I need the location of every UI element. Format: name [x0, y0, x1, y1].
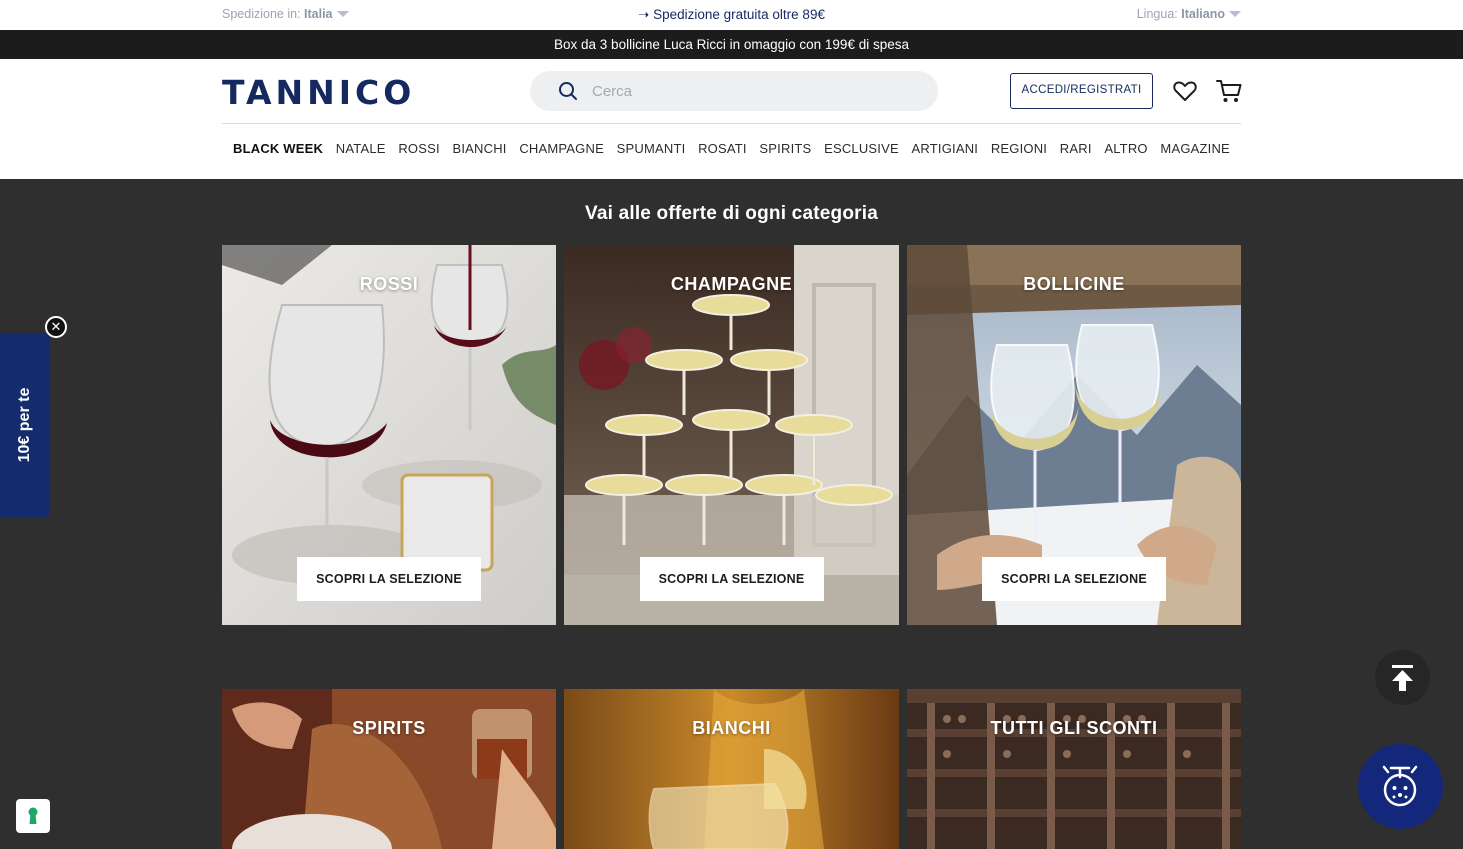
close-icon[interactable]: ✕ [45, 316, 67, 338]
language-value: Italiano [1181, 7, 1225, 21]
nav-item-spumanti[interactable]: SPUMANTI [617, 141, 686, 156]
tile-title: SPIRITS [352, 718, 426, 738]
free-shipping-notice: ➝ Spedizione gratuita oltre 89€ [638, 7, 825, 22]
search-input[interactable] [592, 71, 912, 111]
tannico-logo[interactable]: TANNICO [222, 73, 415, 112]
heart-icon[interactable] [1172, 78, 1198, 104]
nav-item-rosati[interactable]: ROSATI [698, 141, 747, 156]
main-nav: BLACK WEEK NATALE ROSSI BIANCHI CHAMPAGN… [222, 141, 1241, 156]
nav-item-altro[interactable]: ALTRO [1104, 141, 1147, 156]
discover-selection-button[interactable]: SCOPRI LA SELEZIONE [982, 557, 1166, 601]
nav-item-spirits[interactable]: SPIRITS [759, 141, 811, 156]
language-label: Lingua: [1136, 7, 1178, 21]
discover-selection-button[interactable]: SCOPRI LA SELEZIONE [297, 557, 481, 601]
cart-icon[interactable] [1215, 77, 1243, 105]
category-tile-rossi[interactable]: ROSSI SCOPRI LA SELEZIONE [222, 245, 556, 625]
keyhole-icon [28, 807, 38, 824]
header-divider [222, 123, 1241, 124]
promo-banner[interactable]: Box da 3 bollicine Luca Ricci in omaggio… [0, 30, 1463, 59]
category-tile-bianchi[interactable]: BIANCHI [564, 689, 899, 849]
spirits-image [222, 689, 556, 849]
category-tile-spirits[interactable]: SPIRITS [222, 689, 556, 849]
nav-item-esclusive[interactable]: ESCLUSIVE [824, 141, 899, 156]
tile-title: ROSSI [359, 274, 419, 294]
nav-item-bianchi[interactable]: BIANCHI [452, 141, 506, 156]
white-wine-image [564, 689, 899, 849]
nav-item-champagne[interactable]: CHAMPAGNE [519, 141, 604, 156]
back-to-top-button[interactable] [1375, 650, 1430, 705]
nav-item-artigiani[interactable]: ARTIGIANI [912, 141, 979, 156]
nav-item-rossi[interactable]: ROSSI [398, 141, 439, 156]
discover-selection-button[interactable]: SCOPRI LA SELEZIONE [639, 557, 824, 601]
category-tile-tutti-gli-sconti[interactable]: TUTTI GLI SCONTI [907, 689, 1241, 849]
arrow-up-icon [1392, 665, 1413, 691]
nav-item-rari[interactable]: RARI [1060, 141, 1092, 156]
nav-item-natale[interactable]: NATALE [336, 141, 386, 156]
tile-title: BOLLICINE [1023, 274, 1125, 294]
utility-bar: Spedizione in: Italia ➝ Spedizione gratu… [0, 0, 1463, 30]
site-header: TANNICO ACCEDI/REGISTRATI BLACK WEEK NAT… [0, 59, 1463, 179]
discount-side-tab-label: 10€ per te [16, 387, 33, 463]
category-tile-bollicine[interactable]: BOLLICINE SCOPRI LA SELEZIONE [907, 245, 1241, 625]
wine-cellar-image [907, 689, 1241, 849]
tile-title: TUTTI GLI SCONTI [990, 718, 1158, 738]
language-selector[interactable]: Lingua: Italiano [1137, 7, 1241, 21]
nav-item-regioni[interactable]: REGIONI [991, 141, 1047, 156]
search-bar[interactable] [530, 71, 938, 111]
discount-side-tab[interactable]: 10€ per te [0, 333, 50, 517]
login-register-button[interactable]: ACCEDI/REGISTRATI [1010, 73, 1153, 109]
sommelier-bot-icon [1382, 765, 1418, 807]
section-title: Vai alle offerte di ogni categoria [585, 203, 878, 224]
chevron-down-icon [1229, 11, 1241, 17]
privacy-settings-button[interactable] [16, 799, 50, 833]
tile-title: CHAMPAGNE [670, 274, 793, 294]
tile-title: BIANCHI [692, 718, 771, 738]
search-icon[interactable] [558, 81, 578, 101]
nav-item-magazine[interactable]: MAGAZINE [1160, 141, 1230, 156]
category-tile-champagne[interactable]: CHAMPAGNE SCOPRI LA SELEZIONE [564, 245, 899, 625]
chat-assistant-button[interactable] [1358, 744, 1443, 829]
nav-item-black-week[interactable]: BLACK WEEK [233, 141, 323, 156]
